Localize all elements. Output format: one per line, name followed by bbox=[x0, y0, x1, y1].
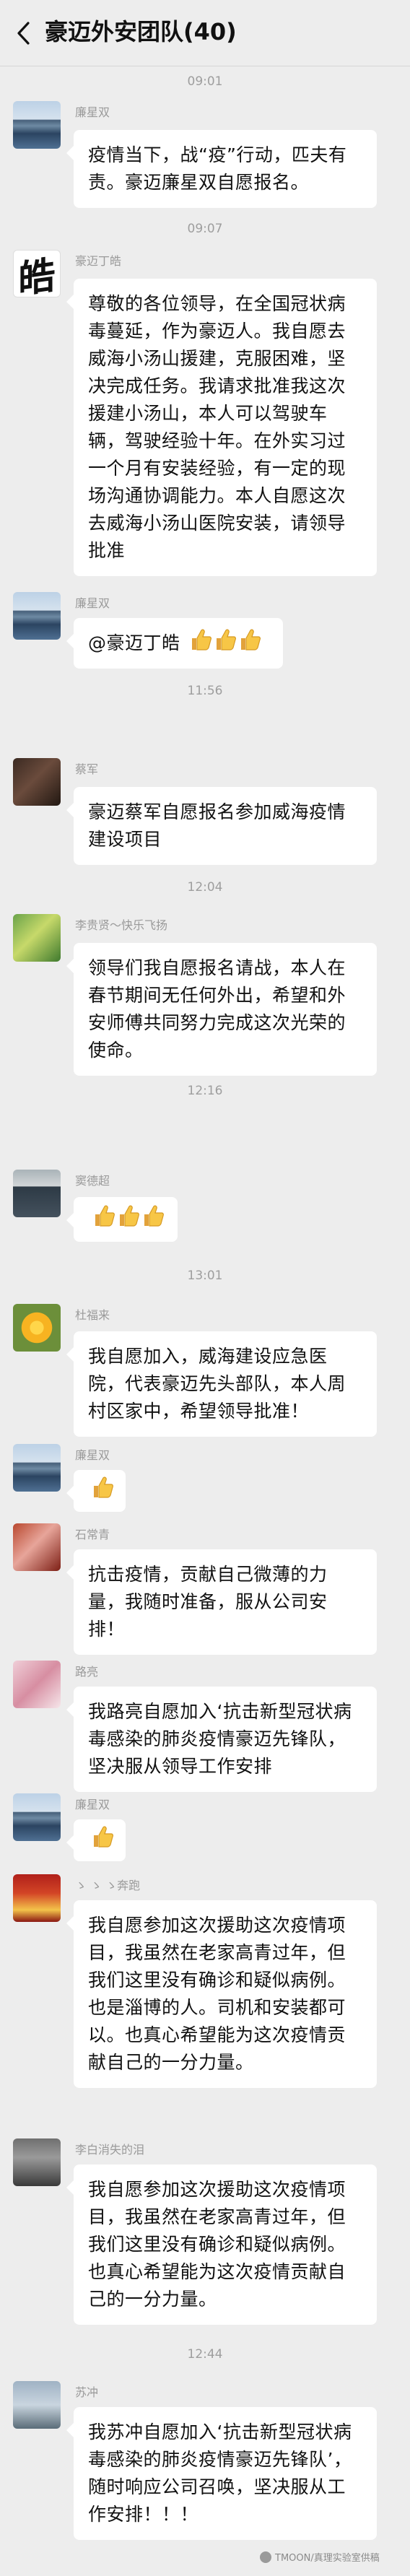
thumbs-up-reactions bbox=[92, 1204, 165, 1236]
timestamp: 12:04 bbox=[187, 880, 223, 895]
timestamp: 12:16 bbox=[187, 1084, 223, 1098]
thumbs-up-reactions bbox=[189, 627, 261, 660]
message-bubble[interactable]: 尊敬的各位领导，在全国冠状病毒蔓延，作为豪迈人。我自愿去威海小汤山援建，克服困难… bbox=[66, 279, 377, 576]
sender-name: 窦德超 bbox=[75, 1174, 110, 1188]
watermark: TMOON/真理实验室供稿 bbox=[260, 2550, 380, 2564]
avatar[interactable] bbox=[13, 1661, 61, 1708]
message-bubble[interactable]: 领导们我自愿报名请战，本人在春节期间无任何外出，希望和外安师傅共同努力完成这次光… bbox=[66, 943, 377, 1076]
chat-title: 豪迈外安团队(40) bbox=[45, 18, 237, 45]
message-bubble[interactable]: 我自愿参加这次援助这次疫情项目，我虽然在老家高青过年，但我们这里没有确诊和疑似病… bbox=[66, 2164, 377, 2325]
thumbs-up-icon bbox=[189, 627, 212, 660]
message-bubble[interactable] bbox=[66, 1470, 126, 1512]
avatar[interactable] bbox=[13, 1874, 61, 1922]
avatar[interactable] bbox=[13, 1170, 61, 1217]
sender-name: 李贵贤～快乐飞扬 bbox=[75, 918, 168, 932]
avatar[interactable] bbox=[13, 1304, 61, 1352]
message-bubble[interactable] bbox=[66, 1819, 126, 1861]
avatar[interactable] bbox=[13, 592, 61, 640]
message-bubble[interactable]: @豪迈丁皓 bbox=[66, 618, 283, 669]
message-bubble[interactable]: 我自愿参加这次援助这次疫情项目，我虽然在老家高青过年，但我们这里没有确诊和疑似病… bbox=[66, 1900, 377, 2088]
message-bubble[interactable]: 我苏冲自愿加入‘抗击新型冠状病毒感染的肺炎疫情豪迈先锋队’，随时响应公司召唤，坚… bbox=[66, 2407, 377, 2540]
chat-header: 豪迈外安团队(40) bbox=[0, 0, 410, 66]
sender-name: 蔡军 bbox=[75, 762, 99, 776]
timestamp: 12:44 bbox=[187, 2347, 223, 2362]
avatar[interactable] bbox=[13, 2381, 61, 2429]
sender-name: 廉星双 bbox=[75, 596, 110, 610]
thumbs-up-reactions bbox=[91, 1824, 114, 1857]
avatar[interactable] bbox=[13, 758, 61, 806]
message-bubble[interactable] bbox=[66, 1197, 178, 1242]
sender-name: 路亮 bbox=[75, 1665, 99, 1679]
watermark-text: TMOON/真理实验室供稿 bbox=[275, 2553, 380, 2564]
thumbs-up-icon bbox=[214, 627, 237, 660]
avatar[interactable] bbox=[13, 101, 61, 149]
avatar[interactable] bbox=[13, 1444, 61, 1492]
avatar[interactable] bbox=[13, 1523, 61, 1571]
message-bubble[interactable]: 我路亮自愿加入‘抗击新型冠状病毒感染的肺炎疫情豪迈先锋队，坚决服从领导工作安排 bbox=[66, 1687, 377, 1792]
message-bubble[interactable]: 豪迈蔡军自愿报名参加威海疫情建设项目 bbox=[66, 787, 377, 865]
thumbs-up-reactions bbox=[91, 1475, 114, 1507]
message-bubble[interactable]: 我自愿加入，威海建设应急医院，代表豪迈先头部队，本人周村区家中，希望领导批准！ bbox=[66, 1331, 377, 1437]
sender-name: 石常青 bbox=[75, 1528, 110, 1541]
message-bubble[interactable]: 抗击疫情，贡献自己微薄的力量，我随时准备，服从公司安排！ bbox=[66, 1549, 377, 1655]
timestamp: 09:07 bbox=[187, 222, 223, 236]
thumbs-up-icon bbox=[141, 1204, 165, 1236]
timestamp: 09:01 bbox=[187, 74, 223, 89]
avatar[interactable] bbox=[13, 914, 61, 962]
back-button[interactable] bbox=[10, 19, 36, 48]
sender-name: 豪迈丁皓 bbox=[75, 254, 122, 268]
message-bubble[interactable]: 疫情当下，战“疫”行动，匹夫有责。豪迈廉星双自愿报名。 bbox=[66, 130, 377, 208]
thumbs-up-icon bbox=[91, 1824, 114, 1857]
sender-name: 廉星双 bbox=[75, 1448, 110, 1462]
chevron-left-icon bbox=[17, 22, 30, 45]
timestamp: 13:01 bbox=[187, 1269, 223, 1283]
sender-name: 廉星双 bbox=[75, 105, 110, 119]
avatar-calligraphy: 皓 bbox=[18, 252, 56, 297]
sender-name: 杜福来 bbox=[75, 1308, 110, 1322]
thumbs-up-icon bbox=[91, 1475, 114, 1507]
thumbs-up-icon bbox=[117, 1204, 140, 1236]
sender-name: 廉星双 bbox=[75, 1798, 110, 1811]
avatar[interactable] bbox=[13, 2138, 61, 2186]
sender-name: 苏冲 bbox=[75, 2385, 99, 2399]
mention-text: @豪迈丁皓 bbox=[88, 632, 180, 653]
sender-name: ゝ ゝ ゝ奔跑 bbox=[75, 1879, 141, 1892]
avatar[interactable]: 皓 bbox=[13, 250, 61, 297]
sender-name: 李白消失的泪 bbox=[75, 2143, 145, 2157]
thumbs-up-icon bbox=[238, 627, 261, 660]
watermark-logo-icon bbox=[260, 2551, 271, 2563]
timestamp: 11:56 bbox=[187, 684, 223, 698]
avatar[interactable] bbox=[13, 1793, 61, 1841]
thumbs-up-icon bbox=[92, 1204, 115, 1236]
